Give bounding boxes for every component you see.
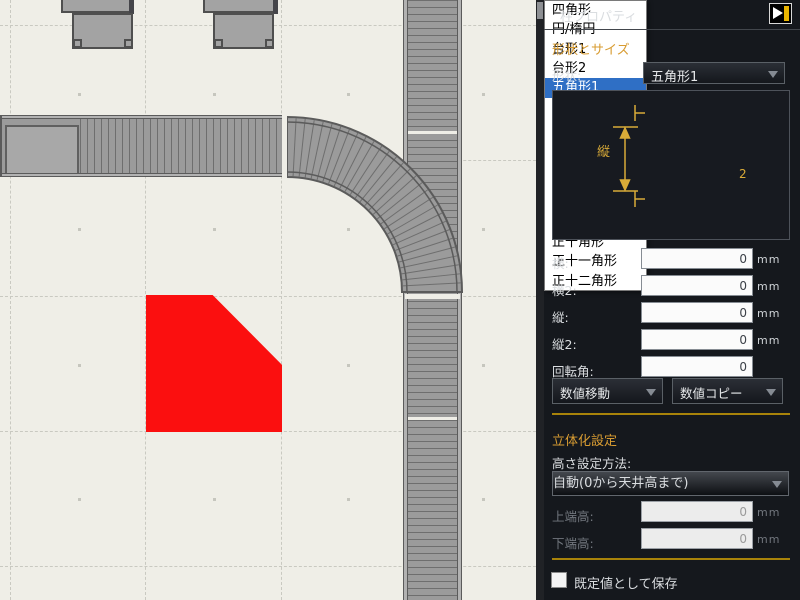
unit-label: mm [757, 280, 780, 293]
splitter-thumb[interactable] [537, 2, 543, 19]
column-properties-panel: 柱プロパティ 形状とサイズ 形状: 五角形1 縦 2 [544, 0, 800, 600]
separator [552, 558, 790, 560]
chevron-down-icon [768, 71, 778, 78]
shape-label: 形状: [552, 65, 581, 84]
chevron-down-icon [766, 389, 776, 396]
section-heading-shape: 形状とサイズ [552, 39, 630, 58]
panel-title: 柱プロパティ [560, 6, 637, 25]
height-input[interactable]: 0 [641, 302, 753, 323]
bottom-height-label: 下端高: [552, 533, 594, 552]
unit-label: mm [757, 506, 780, 519]
curved-conveyor[interactable] [0, 0, 536, 600]
dim-label-fragment: 2 [739, 167, 747, 181]
machine-foot [214, 39, 223, 48]
shape-selected-value: 五角形1 [651, 66, 698, 85]
dimension-arrows [553, 91, 789, 239]
machine-top[interactable] [61, 0, 134, 13]
unit-label: mm [757, 307, 780, 320]
save-default-checkbox[interactable] [551, 572, 567, 588]
save-default-label: 既定値として保存 [574, 573, 678, 592]
height-method-value: 自動(0から天井高まで) [553, 476, 688, 491]
rotation-input[interactable]: 0 [641, 356, 753, 377]
belt-gap [282, 114, 287, 178]
height-method-select[interactable]: 自動(0から天井高まで) [552, 471, 789, 496]
height2-input[interactable]: 0 [641, 329, 753, 350]
machine-top[interactable] [203, 0, 277, 13]
chevron-down-icon [646, 389, 656, 396]
machine-foot [124, 39, 133, 48]
field-label: 縦2: [552, 334, 577, 353]
machine-shadow [273, 0, 278, 14]
section-heading-extrude: 立体化設定 [552, 430, 617, 449]
belt-gap [408, 417, 457, 420]
height-method-label: 高さ設定方法: [552, 453, 631, 472]
belt-gap [408, 131, 457, 134]
numeric-copy-button[interactable]: 数値コピー [672, 378, 783, 404]
top-height-label: 上端高: [552, 506, 594, 525]
unit-label: mm [757, 334, 780, 347]
belt-gap [405, 294, 460, 299]
field-label: 縦: [552, 307, 569, 326]
separator [552, 413, 790, 415]
top-height-input: 0 [641, 501, 753, 522]
panel-splitter[interactable] [536, 0, 544, 600]
floorplan-canvas[interactable] [0, 0, 536, 600]
panel-collapse-button[interactable] [769, 3, 792, 24]
numeric-move-button[interactable]: 数値移動 [552, 378, 663, 404]
unit-label: mm [757, 533, 780, 546]
machine-shadow [129, 0, 134, 14]
vertical-dim-label: 縦 [597, 141, 610, 160]
width-input[interactable]: 0 [641, 248, 753, 269]
unit-label: mm [757, 253, 780, 266]
machine-foot [265, 39, 274, 48]
button-label: 数値コピー [680, 383, 743, 402]
collapse-bar-icon [784, 6, 789, 21]
field-label: 横2: [552, 280, 577, 299]
shape-select[interactable]: 五角形1 [643, 62, 785, 84]
shape-preview: 縦 2 [552, 90, 790, 240]
button-label: 数値移動 [560, 383, 610, 402]
chevron-down-icon [772, 481, 782, 488]
machine-foot [73, 39, 82, 48]
field-label: 横: [552, 253, 569, 272]
bottom-height-input: 0 [641, 528, 753, 549]
separator [544, 29, 800, 30]
width2-input[interactable]: 0 [641, 275, 753, 296]
arrow-right-icon [773, 7, 783, 19]
